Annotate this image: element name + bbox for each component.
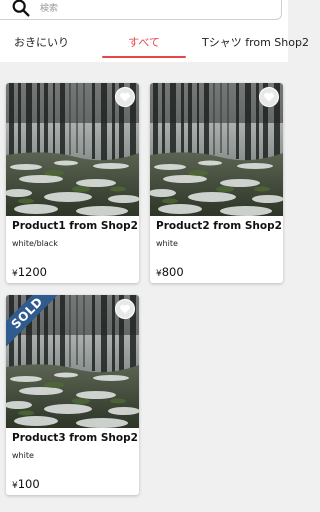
favorite-button[interactable] bbox=[115, 299, 135, 319]
price-value: 100 bbox=[17, 477, 40, 491]
search-icon[interactable] bbox=[10, 0, 32, 19]
product-name: Product2 from Shop2 bbox=[156, 220, 282, 232]
favorite-button[interactable] bbox=[259, 87, 279, 107]
tab-favorites[interactable]: おきにいり bbox=[14, 30, 69, 58]
search-bar[interactable] bbox=[0, 0, 282, 20]
product-price: ¥800 bbox=[156, 265, 184, 279]
active-tab-indicator bbox=[102, 56, 186, 58]
product-price: ¥100 bbox=[12, 477, 40, 491]
product-card[interactable]: Product2 from Shop2 white ¥800 bbox=[150, 83, 283, 283]
search-input[interactable] bbox=[40, 0, 240, 18]
price-value: 800 bbox=[161, 265, 184, 279]
heart-icon bbox=[120, 304, 130, 314]
favorite-button[interactable] bbox=[115, 87, 135, 107]
heart-icon bbox=[120, 92, 130, 102]
product-name: Product1 from Shop2 bbox=[12, 220, 138, 232]
product-variant: white/black bbox=[12, 239, 58, 248]
product-name: Product3 from Shop2 bbox=[12, 432, 138, 444]
product-variant: white bbox=[12, 451, 34, 460]
heart-icon bbox=[264, 92, 274, 102]
product-card[interactable]: Product1 from Shop2 white/black ¥1200 bbox=[6, 83, 139, 283]
product-card[interactable]: SOLD Product3 from Shop2 white ¥100 bbox=[6, 295, 139, 495]
product-variant: white bbox=[156, 239, 178, 248]
price-value: 1200 bbox=[17, 265, 48, 279]
product-price: ¥1200 bbox=[12, 265, 47, 279]
tab-all-label: すべて bbox=[128, 36, 160, 49]
tab-tshirt-shop2[interactable]: Tシャツ from Shop2 bbox=[202, 30, 309, 58]
header: おきにいり すべて Tシャツ from Shop2 bbox=[0, 0, 309, 62]
tab-all[interactable]: すべて bbox=[102, 30, 186, 58]
category-tabs: おきにいり すべて Tシャツ from Shop2 bbox=[0, 30, 309, 58]
